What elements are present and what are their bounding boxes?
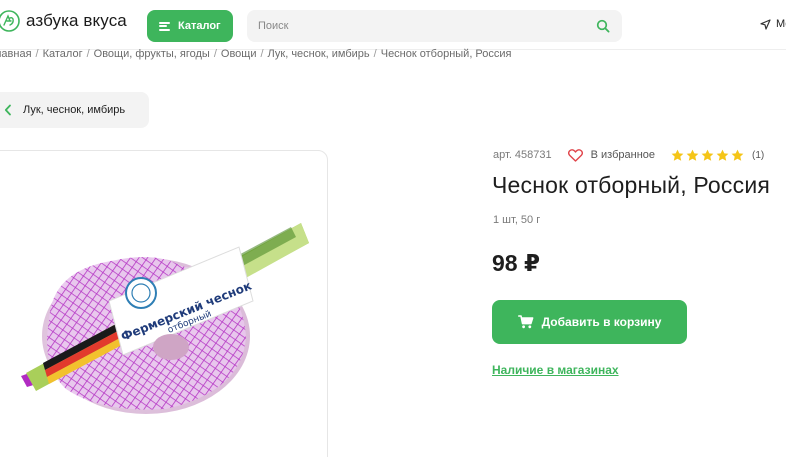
product-price: 98 ₽ (492, 250, 540, 276)
heart-icon (567, 148, 583, 162)
star-icon (701, 149, 714, 161)
logo-icon (0, 10, 20, 32)
breadcrumb-current: Чеснок отборный, Россия (380, 48, 512, 60)
star-icon (731, 149, 744, 161)
breadcrumb-vegetables-fruits[interactable]: Овощи, фрукты, ягоды (94, 48, 210, 60)
location-arrow-icon (760, 18, 771, 30)
search-bar (247, 10, 622, 42)
location-label: Мо (776, 18, 786, 30)
add-to-favorites-button[interactable]: В избранное (567, 148, 656, 162)
favorites-label: В избранное (590, 149, 656, 161)
product-image: Фермерский чеснок отборный (21, 223, 309, 414)
catalog-button[interactable]: Каталог (147, 10, 233, 42)
site-header: азбука вкуса Каталог Мо (0, 0, 786, 50)
breadcrumb-vegetables[interactable]: Овощи (221, 48, 257, 60)
add-to-cart-button[interactable]: Добавить в корзину (492, 300, 687, 344)
breadcrumb: лавная/Каталог/Овощи, фрукты, ягоды/Овощ… (0, 48, 512, 60)
breadcrumb-catalog[interactable]: Каталог (43, 48, 83, 60)
breadcrumb-onion-garlic[interactable]: Лук, чеснок, имбирь (268, 48, 370, 60)
chevron-left-icon (4, 104, 11, 116)
location-selector[interactable]: Мо (760, 18, 786, 30)
product-image-card[interactable]: Фермерский чеснок отборный (0, 150, 328, 457)
rating-stars[interactable]: (1) (671, 149, 764, 162)
search-icon[interactable] (596, 19, 610, 33)
logo-text: азбука вкуса (26, 11, 127, 30)
search-input[interactable] (247, 10, 587, 42)
cart-icon (517, 315, 534, 329)
star-icon (686, 149, 699, 161)
back-link-label: Лук, чеснок, имбирь (23, 104, 126, 116)
back-to-category-button[interactable]: Лук, чеснок, имбирь (0, 92, 149, 128)
store-availability-link[interactable]: Наличие в магазинах (492, 363, 619, 377)
product-weight: 1 шт, 50 г (493, 214, 541, 226)
add-to-cart-label: Добавить в корзину (541, 315, 662, 329)
breadcrumb-home[interactable]: лавная (0, 48, 32, 60)
article-number: арт. 458731 (493, 149, 552, 161)
catalog-label: Каталог (178, 20, 221, 32)
star-icon (716, 149, 729, 161)
star-icon (671, 149, 684, 161)
product-title: Чеснок отборный, Россия (492, 172, 771, 198)
menu-icon (159, 21, 170, 31)
rating-count: (1) (752, 149, 765, 161)
product-meta-row: арт. 458731 В избранное (1) (493, 147, 764, 163)
logo[interactable]: азбука вкуса (0, 10, 127, 32)
